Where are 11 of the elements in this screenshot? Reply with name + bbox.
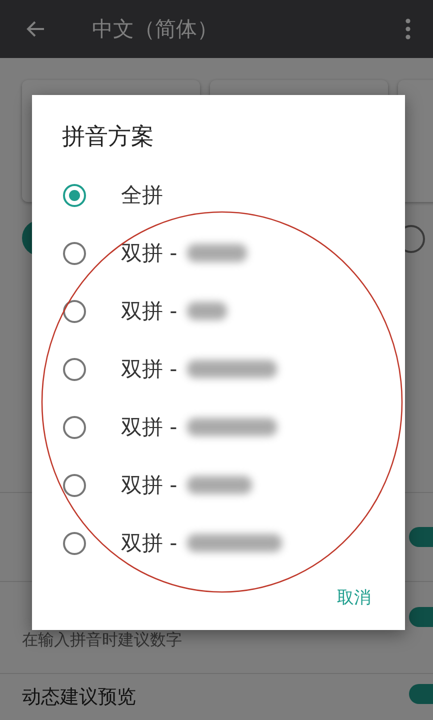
option-label: 双拼 -	[121, 240, 178, 267]
option-label: 双拼 -	[121, 356, 178, 383]
option-label: 双拼 -	[121, 472, 178, 499]
option-label: 全拼	[121, 182, 163, 209]
setting-subtitle: 在输入拼音时建议数字	[22, 630, 182, 651]
screen-title: 中文（简体）	[92, 16, 219, 43]
option-label: 双拼 -	[121, 298, 178, 325]
option-label: 双拼 -	[121, 530, 178, 557]
option-label: 双拼 -	[121, 414, 178, 441]
dialog-title: 拼音方案	[62, 123, 154, 152]
setting-title: 动态建议预览	[22, 685, 136, 710]
